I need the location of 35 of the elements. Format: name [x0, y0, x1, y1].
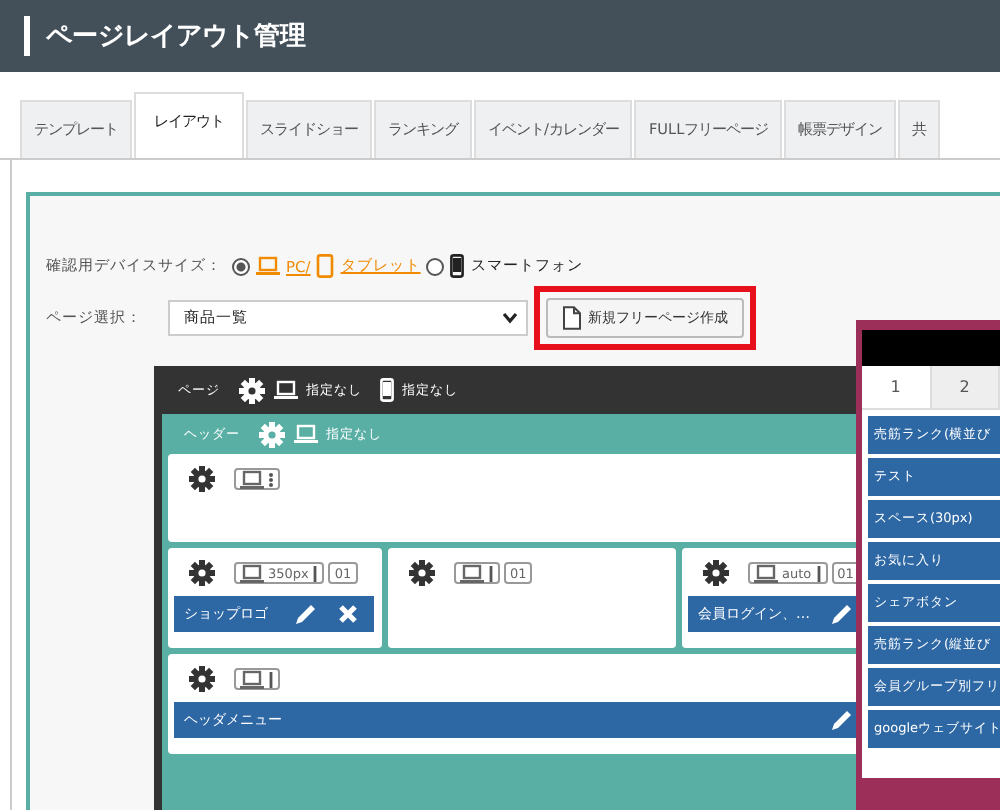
gear-icon	[188, 466, 216, 492]
popup-tab[interactable]: 2	[931, 366, 1000, 408]
tablet-icon	[316, 254, 335, 278]
laptop-icon	[240, 469, 264, 489]
gear-icon	[238, 377, 266, 403]
title-accent-bar	[24, 16, 30, 56]
document-icon	[562, 306, 582, 330]
laptop-icon	[294, 424, 318, 444]
laptop-icon	[240, 563, 264, 583]
laptop-icon	[460, 563, 484, 583]
popup-title-bar	[862, 330, 1000, 366]
radio-button[interactable]	[426, 257, 445, 275]
laptop-icon	[240, 669, 264, 689]
pencil-icon	[830, 602, 854, 626]
radio-button[interactable]	[232, 257, 250, 275]
gear-icon	[188, 560, 216, 586]
laptop-icon	[274, 380, 298, 400]
pencil-icon	[294, 602, 318, 626]
pencil-icon	[830, 708, 854, 732]
phone-icon	[450, 254, 465, 278]
bar-icon	[815, 565, 822, 581]
phone-icon	[380, 378, 394, 402]
laptop-icon	[754, 563, 778, 583]
gear-icon	[408, 560, 436, 586]
gear-icon	[702, 560, 730, 586]
bar-icon	[488, 565, 494, 581]
close-icon	[338, 604, 358, 624]
page-title: ページレイアウト管理	[46, 20, 306, 54]
dots-icon	[268, 471, 274, 487]
chevron-down-icon	[502, 312, 518, 324]
gear-icon	[188, 666, 216, 692]
bar-icon	[268, 671, 274, 687]
bar-icon	[312, 565, 319, 581]
gear-icon	[258, 421, 286, 447]
laptop-icon	[256, 256, 280, 276]
